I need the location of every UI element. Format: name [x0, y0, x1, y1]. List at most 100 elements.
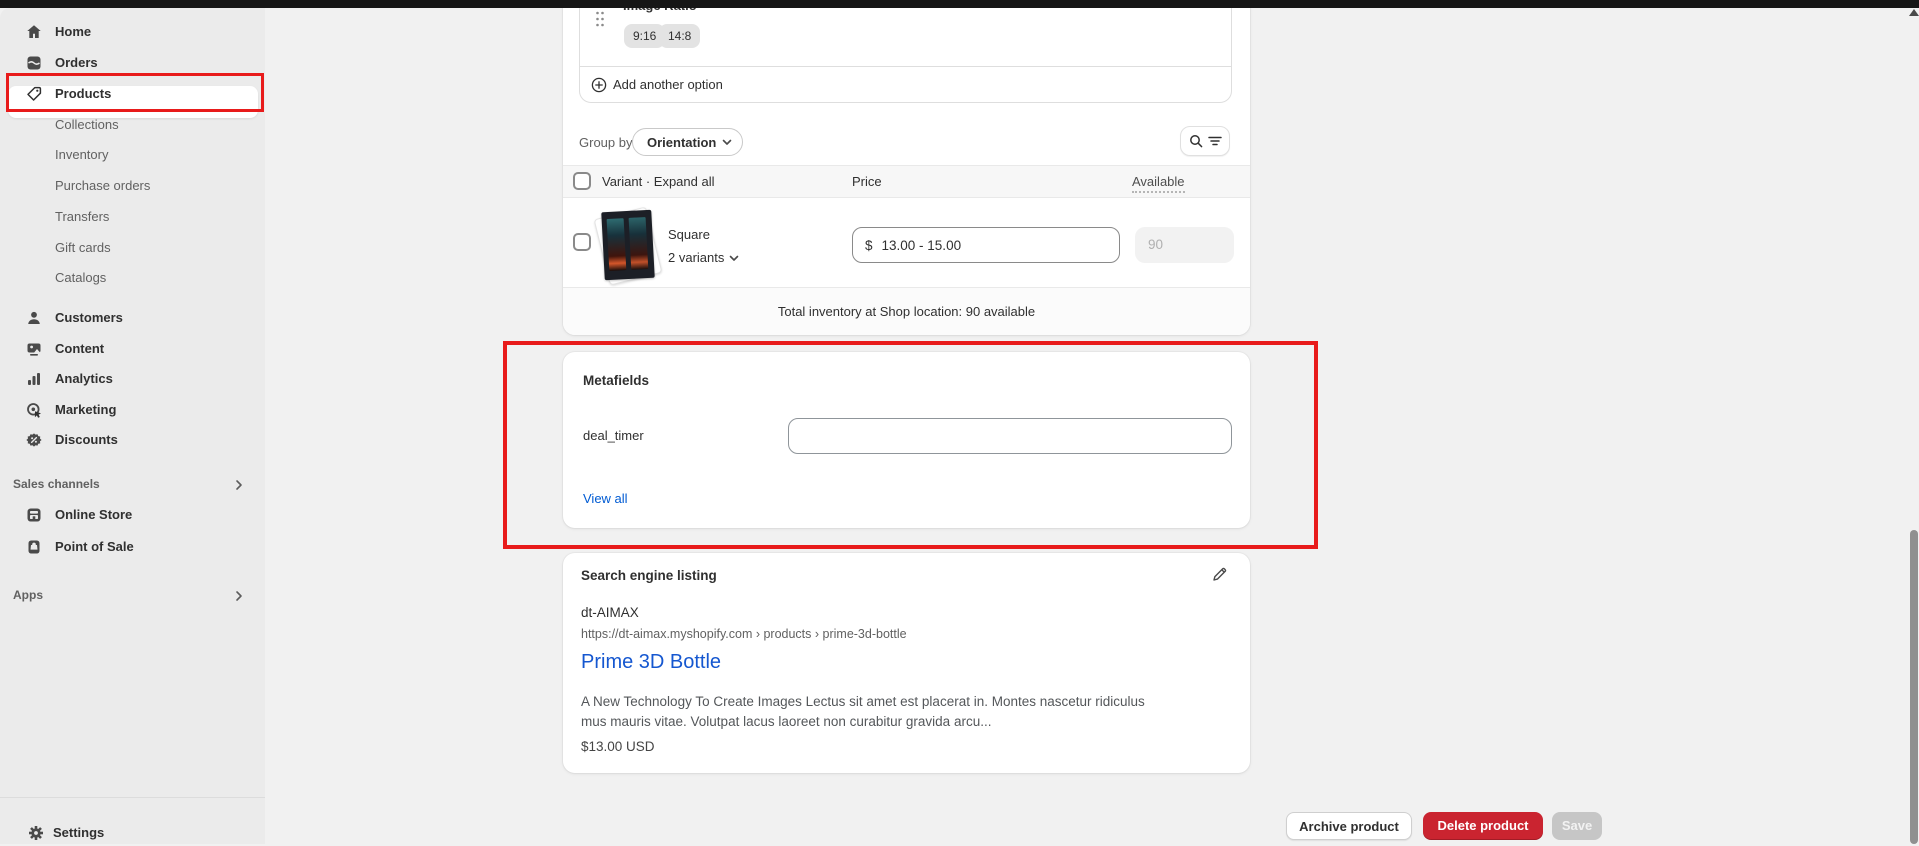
sidebar-item-label: Purchase orders — [55, 178, 150, 194]
search-engine-listing-card: Search engine listing dt-AIMAX https://d… — [563, 553, 1250, 773]
sidebar-item-label: Home — [55, 24, 91, 40]
thumbnail-front-photo — [601, 210, 654, 281]
sidebar-item-label: Settings — [53, 825, 104, 841]
discounts-icon — [26, 432, 42, 448]
edit-pencil-icon[interactable] — [1211, 565, 1229, 583]
drag-handle-icon[interactable] — [595, 10, 605, 28]
sidebar-item-catalogs[interactable]: Catalogs — [0, 265, 265, 291]
sidebar-item-customers[interactable]: Customers — [0, 305, 265, 331]
price-range-input[interactable]: $ 13.00 - 15.00 — [852, 227, 1120, 263]
sidebar-item-label: Collections — [55, 117, 119, 133]
point-of-sale-icon — [26, 539, 42, 555]
sidebar-item-label: Orders — [55, 55, 98, 71]
sidebar-item-online-store[interactable]: Online Store — [0, 502, 265, 528]
scrollbar-thumb[interactable] — [1910, 530, 1918, 844]
sidebar-item-label: Discounts — [55, 432, 118, 448]
option-editor-box: Image Ratio 9:16 14:8 Add another option — [579, 0, 1232, 103]
option-value-chip: 14:8 — [659, 24, 700, 48]
sidebar-item-collections[interactable]: Collections — [0, 112, 265, 138]
marketing-icon — [26, 402, 42, 418]
sidebar-item-home[interactable]: Home — [0, 19, 265, 45]
add-another-option-button[interactable]: Add another option — [580, 66, 1231, 102]
seo-site-name: dt-AIMAX — [581, 605, 639, 621]
scrollbar-up-arrow-icon[interactable] — [1909, 9, 1919, 16]
sidebar-item-products[interactable]: Products — [0, 81, 265, 107]
sidebar-item-label: Catalogs — [55, 270, 106, 286]
variant-expander-label: 2 variants — [668, 250, 724, 266]
save-button-disabled[interactable]: Save — [1552, 812, 1602, 840]
metafield-value-input[interactable] — [788, 418, 1232, 454]
sidebar-item-label: Inventory — [55, 147, 108, 163]
sidebar-item-marketing[interactable]: Marketing — [0, 397, 265, 423]
seo-breadcrumb-url: https://dt-aimax.myshopify.com › product… — [581, 627, 907, 642]
search-filter-button[interactable] — [1180, 126, 1230, 156]
variant-column-header[interactable]: Variant · Expand all — [602, 174, 715, 190]
sidebar-item-analytics[interactable]: Analytics — [0, 366, 265, 392]
group-by-dropdown[interactable]: Orientation — [632, 128, 743, 156]
variant-thumbnail[interactable] — [595, 206, 661, 286]
poster-art — [629, 217, 649, 270]
total-inventory-footer: Total inventory at Shop location: 90 ava… — [563, 287, 1250, 335]
sales-channels-header: Sales channels — [13, 476, 100, 492]
online-store-icon — [26, 507, 42, 523]
sidebar-item-gift-cards[interactable]: Gift cards — [0, 235, 265, 261]
home-icon — [26, 24, 42, 40]
sidebar-item-label: Point of Sale — [55, 539, 134, 555]
chevron-down-icon — [729, 255, 739, 262]
gear-icon — [28, 825, 44, 841]
sidebar-item-label: Marketing — [55, 402, 116, 418]
available-column-header[interactable]: Available — [1132, 174, 1185, 193]
sidebar-item-point-of-sale[interactable]: Point of Sale — [0, 534, 265, 560]
sidebar-item-label: Customers — [55, 310, 123, 326]
available-quantity-field: 90 — [1135, 227, 1234, 263]
price-column-header: Price — [852, 174, 882, 190]
sidebar-item-label: Online Store — [55, 507, 132, 523]
plus-circle-icon — [591, 77, 607, 93]
tag-icon — [26, 86, 42, 102]
sidebar-divider — [0, 797, 265, 798]
seo-page-title-link[interactable]: Prime 3D Bottle — [581, 649, 721, 675]
row-checkbox[interactable] — [573, 233, 591, 251]
seo-card-title: Search engine listing — [581, 568, 717, 584]
chevron-right-icon[interactable] — [232, 478, 248, 494]
variant-group-name: Square — [668, 227, 710, 243]
orders-icon — [26, 55, 42, 71]
sidebar-item-settings[interactable]: Settings — [0, 820, 265, 846]
sidebar-item-label: Transfers — [55, 209, 109, 225]
add-another-option-label: Add another option — [613, 77, 723, 93]
search-icon — [1188, 133, 1204, 149]
seo-price: $13.00 USD — [581, 739, 655, 755]
variant-expander[interactable]: 2 variants — [668, 250, 739, 266]
delete-product-button[interactable]: Delete product — [1423, 812, 1543, 840]
chevron-down-icon — [722, 139, 732, 146]
filter-icon — [1208, 135, 1222, 147]
chevron-right-icon[interactable] — [232, 589, 248, 605]
metafields-title: Metafields — [583, 373, 649, 389]
sidebar-item-purchase-orders[interactable]: Purchase orders — [0, 173, 265, 199]
sidebar-item-content[interactable]: Content — [0, 336, 265, 362]
sidebar-item-discounts[interactable]: Discounts — [0, 427, 265, 453]
content-icon — [26, 341, 42, 357]
sidebar-item-label: Gift cards — [55, 240, 111, 256]
archive-product-button[interactable]: Archive product — [1286, 812, 1412, 840]
group-by-label: Group by — [579, 135, 632, 151]
metafield-key-label: deal_timer — [583, 428, 644, 444]
poster-art — [607, 218, 627, 271]
variant-group-row: Square 2 variants $ 13.00 - 15.00 90 — [563, 198, 1250, 287]
seo-description-line: A New Technology To Create Images Lectus… — [581, 692, 1145, 712]
sidebar-item-label: Products — [55, 86, 111, 102]
view-all-link[interactable]: View all — [583, 491, 628, 507]
sidebar-item-transfers[interactable]: Transfers — [0, 204, 265, 230]
sidebar-item-orders[interactable]: Orders — [0, 50, 265, 76]
seo-description-line: mus mauris vitae. Volutpat lacus laoreet… — [581, 712, 991, 732]
top-bar — [0, 0, 1919, 8]
select-all-checkbox[interactable] — [573, 172, 591, 190]
metafields-card: Metafields deal_timer View all — [563, 352, 1250, 528]
price-value: 13.00 - 15.00 — [882, 238, 962, 253]
sidebar-item-inventory[interactable]: Inventory — [0, 142, 265, 168]
sidebar-item-label: Analytics — [55, 371, 113, 387]
currency-prefix: $ — [865, 238, 873, 253]
sidebar-item-label: Content — [55, 341, 104, 357]
variants-table-header: Variant · Expand all Price Available — [563, 165, 1250, 198]
variants-card: Image Ratio 9:16 14:8 Add another option… — [563, 0, 1250, 335]
